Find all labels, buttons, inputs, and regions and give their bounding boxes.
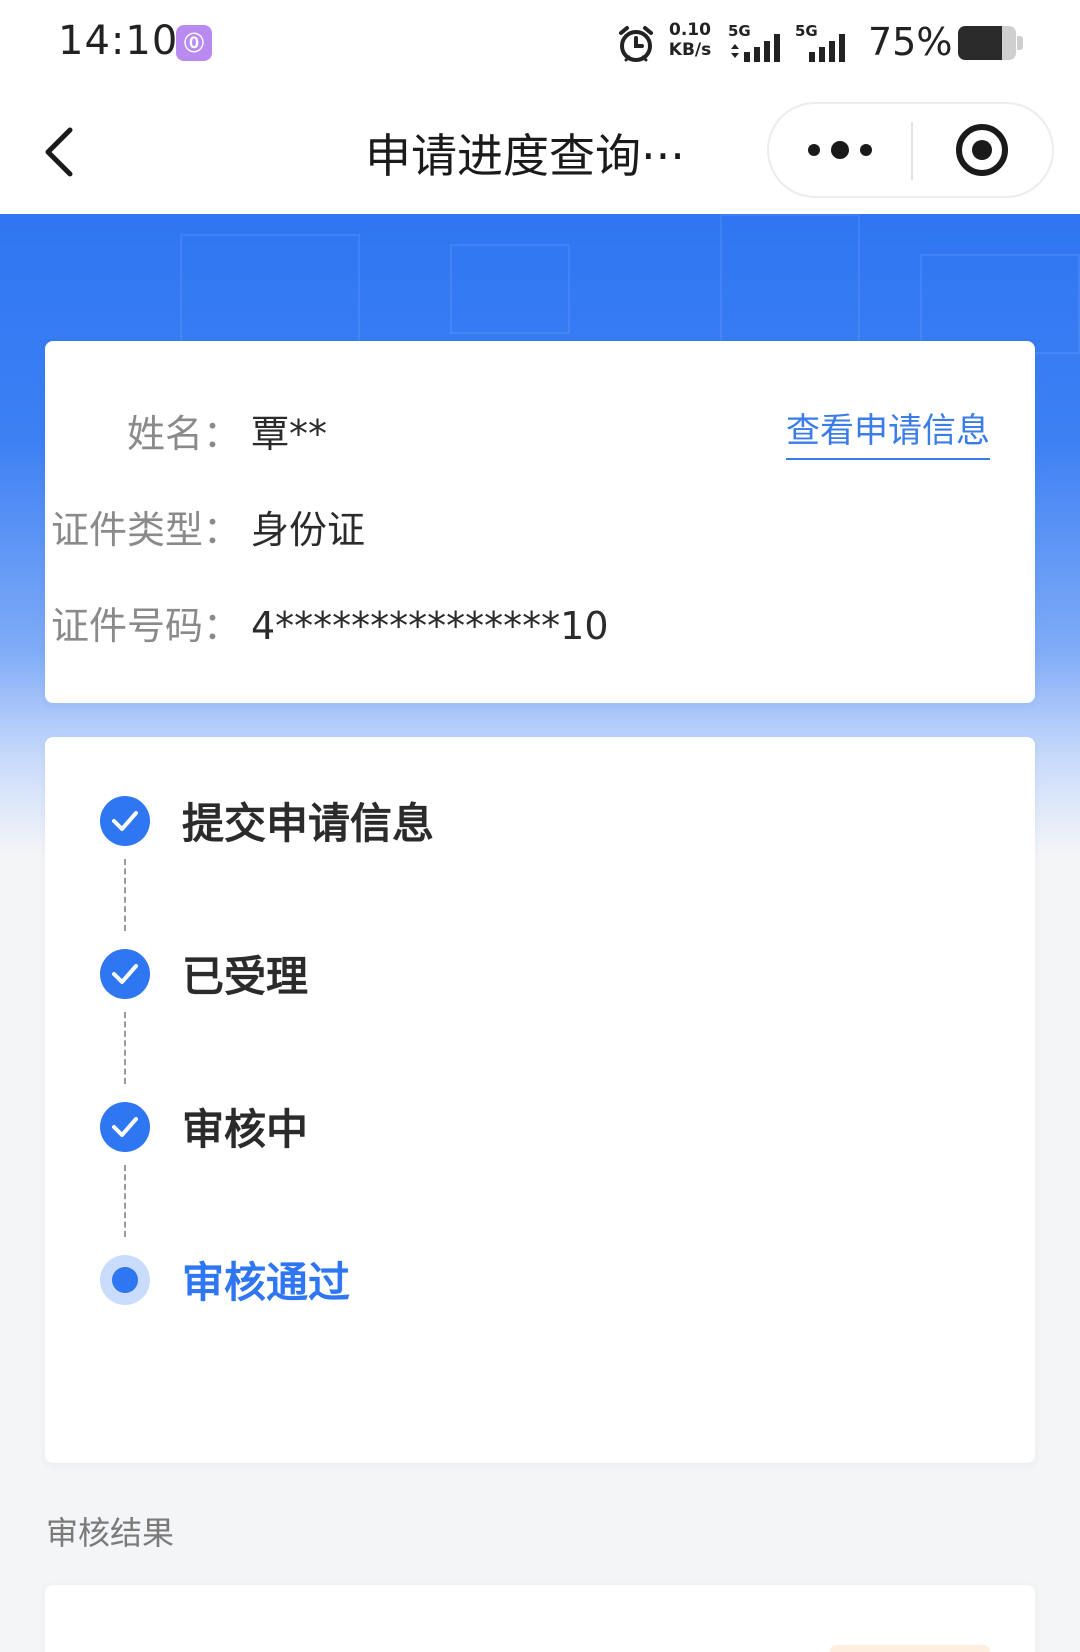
section-title: 审核结果 xyxy=(46,1514,175,1552)
step-label: 提交申请信息 xyxy=(182,799,435,848)
more-dots-icon[interactable] xyxy=(769,104,911,196)
nav-bar: 申请进度查询··· xyxy=(0,90,1080,214)
step-connector xyxy=(124,1012,126,1084)
target-circle-icon[interactable] xyxy=(913,104,1052,196)
network-speed-value: 0.10 xyxy=(669,20,711,40)
page-title: 申请进度查询··· xyxy=(365,129,685,183)
battery-icon xyxy=(958,26,1016,60)
progress-card: 提交申请信息 已受理 审核中 审核通过 xyxy=(45,737,1035,1463)
hero-deco-building-2 xyxy=(450,244,570,334)
network-speed-unit: KB/s xyxy=(668,40,712,60)
id-number-row: 证件号码： 4***************10 xyxy=(45,595,609,650)
app-notification-icon: ⓪ xyxy=(176,25,212,61)
id-number-label: 证件号码： xyxy=(50,604,241,648)
id-number-value: 4***************10 xyxy=(251,604,609,648)
mini-program-capsule xyxy=(767,102,1054,198)
check-circle-icon xyxy=(100,949,150,999)
status-time: 14:10 xyxy=(58,18,179,64)
name-value: 覃** xyxy=(251,412,328,456)
id-type-row: 证件类型： 身份证 xyxy=(45,499,365,554)
status-badge xyxy=(830,1645,990,1652)
name-label: 姓名： xyxy=(126,412,241,456)
step-connector xyxy=(124,859,126,931)
result-card xyxy=(45,1585,1035,1652)
chevron-left-icon[interactable] xyxy=(40,122,80,182)
name-row: 姓名： 覃** xyxy=(45,403,327,458)
view-application-link[interactable]: 查看申请信息 xyxy=(786,403,990,460)
battery-cap xyxy=(1017,36,1023,50)
applicant-info-card: 姓名： 覃** 查看申请信息 证件类型： 身份证 证件号码： 4***********… xyxy=(45,341,1035,703)
hero-deco-building xyxy=(180,234,360,344)
step-label: 审核中 xyxy=(182,1105,309,1154)
id-type-label: 证件类型： xyxy=(50,508,241,552)
step-connector xyxy=(124,1165,126,1237)
check-circle-icon xyxy=(100,1102,150,1152)
hero-deco-building-3 xyxy=(720,214,860,344)
id-type-value: 身份证 xyxy=(251,508,366,552)
step-label: 已受理 xyxy=(182,952,309,1001)
check-circle-icon xyxy=(100,796,150,846)
alarm-icon xyxy=(616,24,656,68)
battery-percent: 75% xyxy=(868,20,953,64)
battery-fill xyxy=(958,26,1002,60)
network-speed: 0.10 KB/s xyxy=(666,20,714,60)
step-label-current: 审核通过 xyxy=(182,1258,351,1307)
status-bar: 14:10 ⓪ 0.10 KB/s 5G 5G 75% xyxy=(0,0,1080,90)
hero-deco-building-4 xyxy=(920,254,1080,354)
current-step-dot-icon xyxy=(100,1255,150,1305)
